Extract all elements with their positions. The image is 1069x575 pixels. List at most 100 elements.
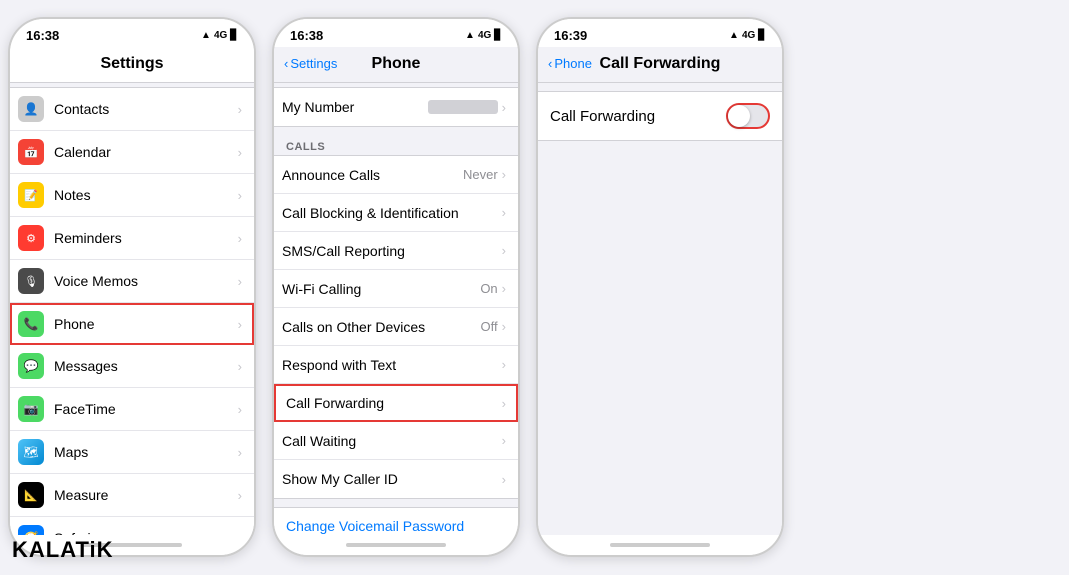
contacts-icon: 👤 [18, 96, 44, 122]
callforwarding-label: Call Forwarding [286, 395, 502, 411]
my-number-group: My Number › [274, 87, 518, 127]
wificalling-label: Wi-Fi Calling [282, 281, 480, 297]
back-chevron-2: ‹ [284, 56, 288, 71]
status-icons-3: ▲ 4G ▊ [729, 30, 766, 41]
calendar-label: Calendar [54, 144, 238, 160]
smscall-label: SMS/Call Reporting [282, 243, 502, 259]
callwaiting-chevron: › [502, 433, 506, 448]
otherdevices-chevron: › [502, 319, 506, 334]
wificalling-value: On [480, 281, 497, 296]
battery-icon-3: ▊ [758, 30, 766, 41]
back-label-2: Settings [290, 56, 337, 71]
back-button-3[interactable]: ‹ Phone [548, 56, 592, 71]
callblocking-chevron: › [502, 205, 506, 220]
wificalling-chevron: › [502, 281, 506, 296]
settings-row-contacts[interactable]: 👤 Contacts › [10, 88, 254, 131]
announcecalls-chevron: › [502, 167, 506, 182]
settings-row-reminders[interactable]: ⚙ Reminders › [10, 217, 254, 260]
status-bar-3: 16:39 ▲ 4G ▊ [538, 19, 782, 47]
calls-section-header: CALLS [274, 135, 518, 155]
settings-row-calendar[interactable]: 📅 Calendar › [10, 131, 254, 174]
maps-label: Maps [54, 444, 238, 460]
status-bar-2: 16:38 ▲ 4G ▊ [274, 19, 518, 47]
voicememos-chevron: › [238, 274, 242, 289]
settings-row-callforwarding[interactable]: Call Forwarding › [274, 384, 518, 422]
status-bar-1: 16:38 ▲ 4G ▊ [10, 19, 254, 47]
announcecalls-label: Announce Calls [282, 167, 463, 183]
mynumber-chevron: › [502, 100, 506, 115]
voicememos-label: Voice Memos [54, 273, 238, 289]
status-time-2: 16:38 [290, 28, 323, 43]
facetime-chevron: › [238, 402, 242, 417]
battery-icon-2: ▊ [494, 30, 502, 41]
facetime-label: FaceTime [54, 401, 238, 417]
settings-row-callblocking[interactable]: Call Blocking & Identification › [274, 194, 518, 232]
callerid-chevron: › [502, 472, 506, 487]
signal-icon-2: ▲ [465, 30, 475, 41]
settings-row-phone[interactable]: 📞 Phone › [10, 303, 254, 345]
main-container: 16:38 ▲ 4G ▊ Settings 👤 Contacts › [0, 0, 1069, 575]
phone-nav-title: Phone [372, 55, 421, 73]
change-voicemail-label: Change Voicemail Password [286, 518, 464, 534]
notes-icon: 📝 [18, 182, 44, 208]
respondtext-label: Respond with Text [282, 357, 502, 373]
mynumber-value [428, 100, 498, 114]
settings-row-announcecalls[interactable]: Announce Calls Never › [274, 156, 518, 194]
messages-chevron: › [238, 359, 242, 374]
change-voicemail-row[interactable]: Change Voicemail Password [274, 508, 518, 535]
status-time-3: 16:39 [554, 28, 587, 43]
measure-icon: 📐 [18, 482, 44, 508]
reminders-label: Reminders [54, 230, 238, 246]
settings-row-measure[interactable]: 📐 Measure › [10, 474, 254, 517]
safari-label: Safari [54, 530, 238, 535]
notes-chevron: › [238, 188, 242, 203]
safari-icon: 🧭 [18, 525, 44, 535]
status-icons-1: ▲ 4G ▊ [201, 30, 238, 41]
mynumber-label: My Number [282, 99, 428, 115]
phone-screen: My Number › CALLS Announce Calls Never ›… [274, 83, 518, 535]
phone-label: Phone [54, 316, 238, 332]
status-icons-2: ▲ 4G ▊ [465, 30, 502, 41]
cf-main-label: Call Forwarding [550, 108, 726, 125]
calendar-icon: 📅 [18, 139, 44, 165]
settings-title: Settings [100, 55, 163, 73]
callforwarding-screen: Call Forwarding [538, 83, 782, 535]
callforwarding-chevron: › [502, 396, 506, 411]
cf-main-row: Call Forwarding [538, 92, 782, 140]
smscall-chevron: › [502, 243, 506, 258]
settings-row-callwaiting[interactable]: Call Waiting › [274, 422, 518, 460]
settings-row-smscall[interactable]: SMS/Call Reporting › [274, 232, 518, 270]
settings-screen: 👤 Contacts › 📅 Calendar › 📝 [10, 83, 254, 535]
otherdevices-value: Off [481, 319, 498, 334]
notes-label: Notes [54, 187, 238, 203]
home-indicator-2 [274, 535, 518, 555]
network-label-1: 4G [214, 30, 227, 41]
network-label-3: 4G [742, 30, 755, 41]
settings-row-safari[interactable]: 🧭 Safari › [10, 517, 254, 535]
signal-icon-1: ▲ [201, 30, 211, 41]
calendar-chevron: › [238, 145, 242, 160]
maps-chevron: › [238, 445, 242, 460]
settings-row-mynumber[interactable]: My Number › [274, 88, 518, 126]
calls-group: Announce Calls Never › Call Blocking & I… [274, 155, 518, 499]
safari-chevron: › [238, 531, 242, 536]
settings-row-voicememos[interactable]: 🎙 Voice Memos › [10, 260, 254, 303]
settings-row-callerid[interactable]: Show My Caller ID › [274, 460, 518, 498]
signal-icon-3: ▲ [729, 30, 739, 41]
settings-row-otherdevices[interactable]: Calls on Other Devices Off › [274, 308, 518, 346]
respondtext-chevron: › [502, 357, 506, 372]
settings-row-maps[interactable]: 🗺 Maps › [10, 431, 254, 474]
back-button-2[interactable]: ‹ Settings [284, 56, 337, 71]
back-label-3: Phone [554, 56, 592, 71]
settings-row-notes[interactable]: 📝 Notes › [10, 174, 254, 217]
settings-row-messages[interactable]: 💬 Messages › [10, 345, 254, 388]
settings-row-respondtext[interactable]: Respond with Text › [274, 346, 518, 384]
settings-row-facetime[interactable]: 📷 FaceTime › [10, 388, 254, 431]
nav-bar-3: ‹ Phone Call Forwarding [538, 47, 782, 83]
settings-row-wificalling[interactable]: Wi-Fi Calling On › [274, 270, 518, 308]
messages-icon: 💬 [18, 353, 44, 379]
cf-toggle[interactable] [726, 103, 770, 129]
home-bar-3 [610, 543, 710, 547]
watermark: KALATiK [12, 537, 114, 563]
contacts-chevron: › [238, 102, 242, 117]
